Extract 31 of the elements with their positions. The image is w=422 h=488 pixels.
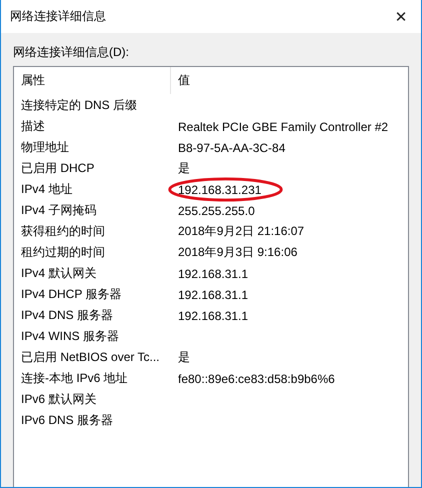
property-cell-text: 连接-本地 IPv6 地址 (20, 370, 129, 387)
property-cell-text: 物理地址 (20, 139, 70, 156)
value-cell-text: Realtek PCIe GBE Family Controller #2 (177, 120, 388, 134)
window-title: 网络连接详细信息 (10, 8, 106, 25)
property-cell-text: 已启用 NetBIOS over Tc... (20, 349, 160, 366)
property-cell-text: IPv4 DHCP 服务器 (20, 286, 122, 303)
property-cell-text: 描述 (20, 118, 46, 135)
property-cell-text: IPv4 子网掩码 (20, 202, 98, 219)
value-cell-text: 192.168.31.231 (177, 182, 262, 196)
value-cell-text: 是 (177, 349, 190, 366)
value-cell-text: 是 (177, 160, 190, 177)
property-cell-text: 连接特定的 DNS 后缀 (20, 97, 138, 114)
property-cell-text: IPv4 默认网关 (20, 265, 98, 282)
value-cell-text: 192.168.31.1 (177, 266, 248, 280)
property-cell-text: IPv4 DNS 服务器 (20, 307, 114, 324)
property-cell-text: IPv4 WINS 服务器 (20, 328, 120, 345)
value-cell-text: 255.255.255.0 (177, 204, 255, 218)
value-cell-text: 192.168.31.1 (177, 288, 248, 302)
value-cell-text: 2018年9月2日 21:16:07 (177, 223, 304, 240)
property-cell-text: 租约过期的时间 (20, 244, 106, 261)
value-cell-text: 192.168.31.1 (177, 308, 248, 322)
list-label: 网络连接详细信息(D): (13, 44, 130, 60)
property-cell-text: IPv4 地址 (20, 181, 74, 198)
property-cell-text: 获得租约的时间 (20, 223, 106, 240)
value-cell-text: B8-97-5A-AA-3C-84 (177, 140, 286, 154)
property-cell-text: 已启用 DHCP (20, 160, 96, 177)
property-cell-text: IPv6 默认网关 (20, 391, 98, 408)
property-cell-text: IPv6 DNS 服务器 (20, 412, 114, 429)
value-cell-text: fe80::89e6:ce83:d58:b9b6%6 (177, 372, 335, 386)
value-cell-text: 2018年9月3日 9:16:06 (177, 244, 298, 261)
close-button[interactable]: ✕ (381, 2, 421, 32)
